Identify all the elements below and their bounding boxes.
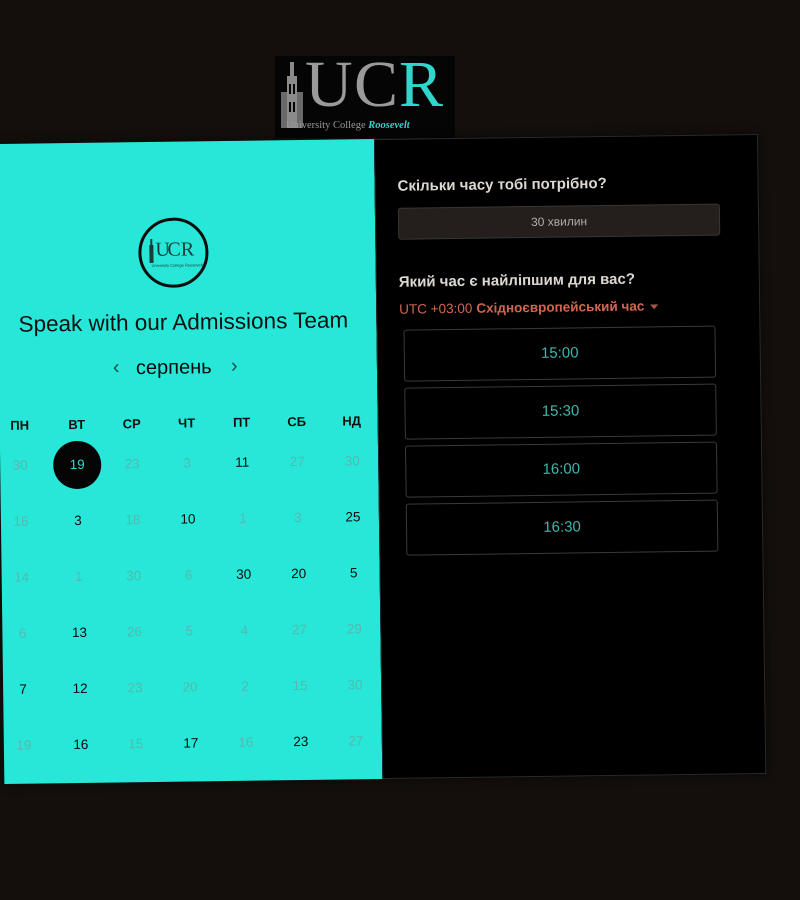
- calendar-panel: U CR University College Roosevelt Speak …: [0, 139, 383, 784]
- ucr-logo: U C R University College Roosevelt: [275, 52, 455, 138]
- calendar-day[interactable]: 16: [61, 733, 101, 758]
- circle-logo-subtitle: University College Roosevelt: [152, 262, 203, 268]
- calendar-day: 23: [127, 680, 143, 696]
- circle-logo: U CR University College Roosevelt: [137, 217, 209, 289]
- day-grid: 30 19 23 3 11 27 30 16 3 18 10 1 3 25 14 1 30 6 30 20 5 6 13 26…: [0, 139, 374, 753]
- calendar-day[interactable]: 5: [333, 561, 373, 586]
- calendar-day[interactable]: 23: [281, 730, 321, 755]
- calendar-day: 16: [238, 734, 254, 750]
- time-slot-1600[interactable]: 16:00: [404, 441, 718, 498]
- calendar-day[interactable]: 10: [168, 507, 208, 532]
- calendar-day[interactable]: 12: [60, 677, 100, 702]
- calendar-day: 3: [294, 510, 302, 526]
- logo-letter-r: R: [399, 48, 444, 121]
- calendar-day[interactable]: 11: [222, 451, 262, 476]
- duration-select[interactable]: 30 хвилин: [397, 203, 721, 240]
- calendar-day[interactable]: 13: [59, 621, 99, 646]
- weekday-label: СР: [122, 416, 141, 432]
- weekday-label: ПТ: [232, 414, 251, 430]
- logo-subtitle: University College Roosevelt: [286, 120, 410, 131]
- month-label: серпень: [135, 356, 212, 380]
- calendar-day: 30: [126, 568, 142, 584]
- calendar-day: 30: [344, 453, 360, 469]
- calendar-day-selected[interactable]: 19: [52, 440, 102, 490]
- calendar-day: 3: [183, 455, 192, 471]
- caret-down-icon: [650, 304, 659, 310]
- time-slot-1630[interactable]: 16:30: [405, 499, 719, 556]
- weekday-label: СБ: [287, 413, 307, 430]
- calendar-day: 15: [128, 736, 144, 752]
- next-month-button[interactable]: ›: [231, 355, 238, 378]
- calendar-day[interactable]: 20: [279, 562, 319, 587]
- calendar-day: 4: [240, 622, 249, 638]
- calendar-day: 1: [74, 568, 83, 585]
- page-title: Speak with our Admissions Team: [18, 307, 349, 337]
- calendar-day: 23: [124, 456, 140, 472]
- calendar-day: 15: [292, 677, 308, 694]
- calendar-day: 26: [126, 624, 143, 640]
- calendar-day: 6: [184, 567, 193, 583]
- calendar-day: 27: [289, 453, 305, 470]
- calendar-day: 5: [185, 623, 194, 639]
- mini-tower-icon: [149, 238, 154, 264]
- booking-widget: U CR University College Roosevelt Speak …: [0, 134, 767, 784]
- prev-month-button[interactable]: ‹: [113, 356, 120, 379]
- calendar-day: 2: [241, 678, 249, 694]
- calendar-day: 29: [346, 621, 362, 637]
- weekday-label: ВТ: [68, 416, 86, 433]
- circle-logo-subtitle-main: University College: [151, 262, 184, 268]
- page: U C R University College Roosevelt U CR …: [0, 0, 800, 900]
- calendar-day[interactable]: 7: [3, 677, 43, 702]
- logo-letter-c: C: [354, 48, 399, 121]
- logo-subtitle-main: University College: [286, 120, 366, 131]
- timezone-selector[interactable]: UTC +03:00 Східноєвропейський час: [399, 298, 659, 317]
- logo-subtitle-accent: Roosevelt: [368, 120, 410, 131]
- time-panel: Скільки часу тобі потрібно? 30 хвилин Як…: [373, 134, 767, 779]
- timezone-name: Східноєвропейський час: [476, 298, 645, 316]
- calendar-day[interactable]: 17: [171, 731, 211, 756]
- timezone-offset: UTC +03:00: [399, 300, 473, 317]
- calendar-day[interactable]: 30: [224, 563, 264, 588]
- calendar-day: 1: [239, 510, 247, 526]
- calendar-day: 14: [14, 569, 30, 585]
- weekday-label: ПН: [10, 417, 30, 433]
- month-nav: ‹ серпень ›: [99, 354, 259, 386]
- time-question: Який час є найліпшим для вас?: [398, 270, 636, 291]
- calendar-day: 16: [13, 513, 29, 529]
- circle-logo-cr: CR: [167, 238, 194, 261]
- calendar-day: 20: [182, 679, 198, 695]
- circle-logo-c: C: [167, 238, 181, 261]
- calendar-day[interactable]: 3: [58, 509, 98, 534]
- weekday-label: НД: [342, 413, 362, 429]
- calendar-day[interactable]: 25: [333, 505, 373, 530]
- calendar-day: 18: [125, 512, 141, 528]
- calendar-day: 19: [16, 737, 32, 753]
- weekday-label: ЧТ: [178, 415, 196, 431]
- circle-logo-r: R: [180, 238, 195, 261]
- logo-letter-u: U: [305, 48, 353, 121]
- calendar-day: 27: [348, 733, 364, 749]
- duration-question: Скільки часу тобі потрібно?: [397, 175, 607, 195]
- circle-logo-subtitle-accent: Roosevelt: [184, 262, 203, 268]
- time-slot-1500[interactable]: 15:00: [403, 325, 717, 382]
- calendar-day: 30: [347, 677, 363, 693]
- time-slot-1530[interactable]: 15:30: [404, 383, 717, 440]
- calendar-day: 30: [12, 457, 28, 473]
- weekday-row: ПН ВТ СР ЧТ ПТ СБ НД: [0, 139, 374, 433]
- calendar-day: 6: [18, 625, 27, 641]
- calendar-day: 27: [291, 621, 307, 638]
- tower-icon: [281, 62, 303, 128]
